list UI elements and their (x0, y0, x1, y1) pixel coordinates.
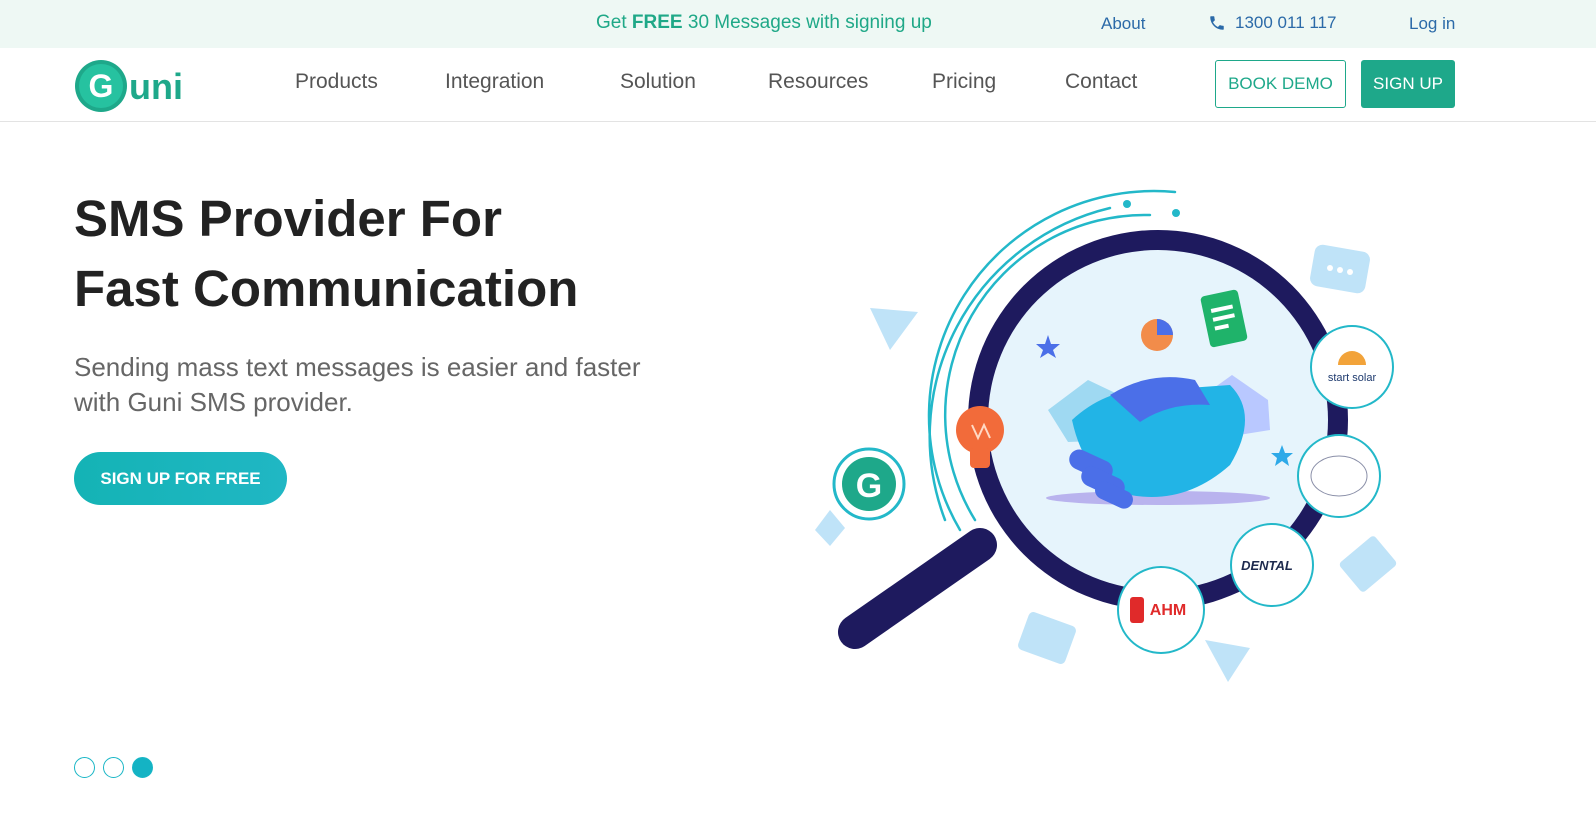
ahm-label: AHM (1150, 602, 1186, 619)
paper-plane-icon (1205, 640, 1250, 682)
svg-text:G: G (89, 68, 114, 104)
hero-subtitle-line1: Sending mass text messages is easier and… (74, 352, 641, 382)
client-logo-dental: DENTAL (1230, 523, 1314, 607)
hero-illustration: G start solar DENTAL AHM (815, 189, 1397, 682)
guni-bulb-icon: G (815, 447, 906, 546)
arc-dot (1123, 200, 1131, 208)
hero-title: SMS Provider For Fast Communication (74, 184, 754, 324)
client-logo-start-solar: start solar (1310, 325, 1394, 409)
nav-solution[interactable]: Solution (620, 70, 696, 94)
hero-subtitle: Sending mass text messages is easier and… (74, 350, 714, 420)
carousel-dot-3[interactable] (132, 757, 153, 778)
nav-contact[interactable]: Contact (1065, 70, 1137, 94)
envelope-icon (1339, 536, 1397, 592)
start-solar-label: start solar (1328, 372, 1377, 384)
nav-products[interactable]: Products (295, 70, 378, 94)
svg-text:G: G (856, 467, 882, 505)
book-demo-button[interactable]: BOOK DEMO (1215, 60, 1346, 108)
phone-link[interactable]: 1300 011 117 (1208, 13, 1336, 33)
hero-subtitle-line2: with Guni SMS provider. (74, 387, 353, 417)
client-logo-ahm: AHM (1117, 566, 1205, 654)
hero-title-line1: SMS Provider For (74, 190, 502, 247)
carousel-dot-1[interactable] (74, 757, 95, 778)
login-link[interactable]: Log in (1409, 14, 1455, 34)
phone-icon (1210, 16, 1224, 30)
paper-plane-icon (870, 308, 918, 350)
signup-free-button[interactable]: SIGN UP FOR FREE (74, 452, 287, 505)
carousel-dot-2[interactable] (103, 757, 124, 778)
promo-suffix: 30 Messages with signing up (682, 12, 932, 33)
client-logo-steve (1297, 434, 1381, 518)
nav-pricing[interactable]: Pricing (932, 70, 996, 94)
signup-button[interactable]: SIGN UP (1361, 60, 1455, 108)
image-icon (1018, 612, 1076, 664)
chat-bubble-icon (1310, 244, 1370, 294)
announcement-bar: Get FREE 30 Messages with signing up Abo… (0, 0, 1596, 48)
pie-chart-icon (1141, 319, 1173, 351)
carousel-dots (74, 757, 153, 778)
nav-integration[interactable]: Integration (445, 70, 544, 94)
promo-text: Get FREE 30 Messages with signing up (596, 12, 932, 34)
dental-label: DENTAL (1241, 558, 1293, 573)
about-link[interactable]: About (1101, 14, 1145, 34)
arc-dot (1172, 209, 1180, 217)
main-navbar: G uni Products Integration Solution Reso… (0, 48, 1596, 122)
svg-text:uni: uni (129, 66, 183, 107)
nav-resources[interactable]: Resources (768, 70, 868, 94)
promo-bold: FREE (631, 12, 683, 33)
promo-prefix: Get (596, 12, 632, 33)
guni-logo[interactable]: G uni (74, 59, 202, 113)
phone-number: 1300 011 117 (1235, 13, 1337, 32)
hero-title-line2: Fast Communication (74, 260, 579, 317)
